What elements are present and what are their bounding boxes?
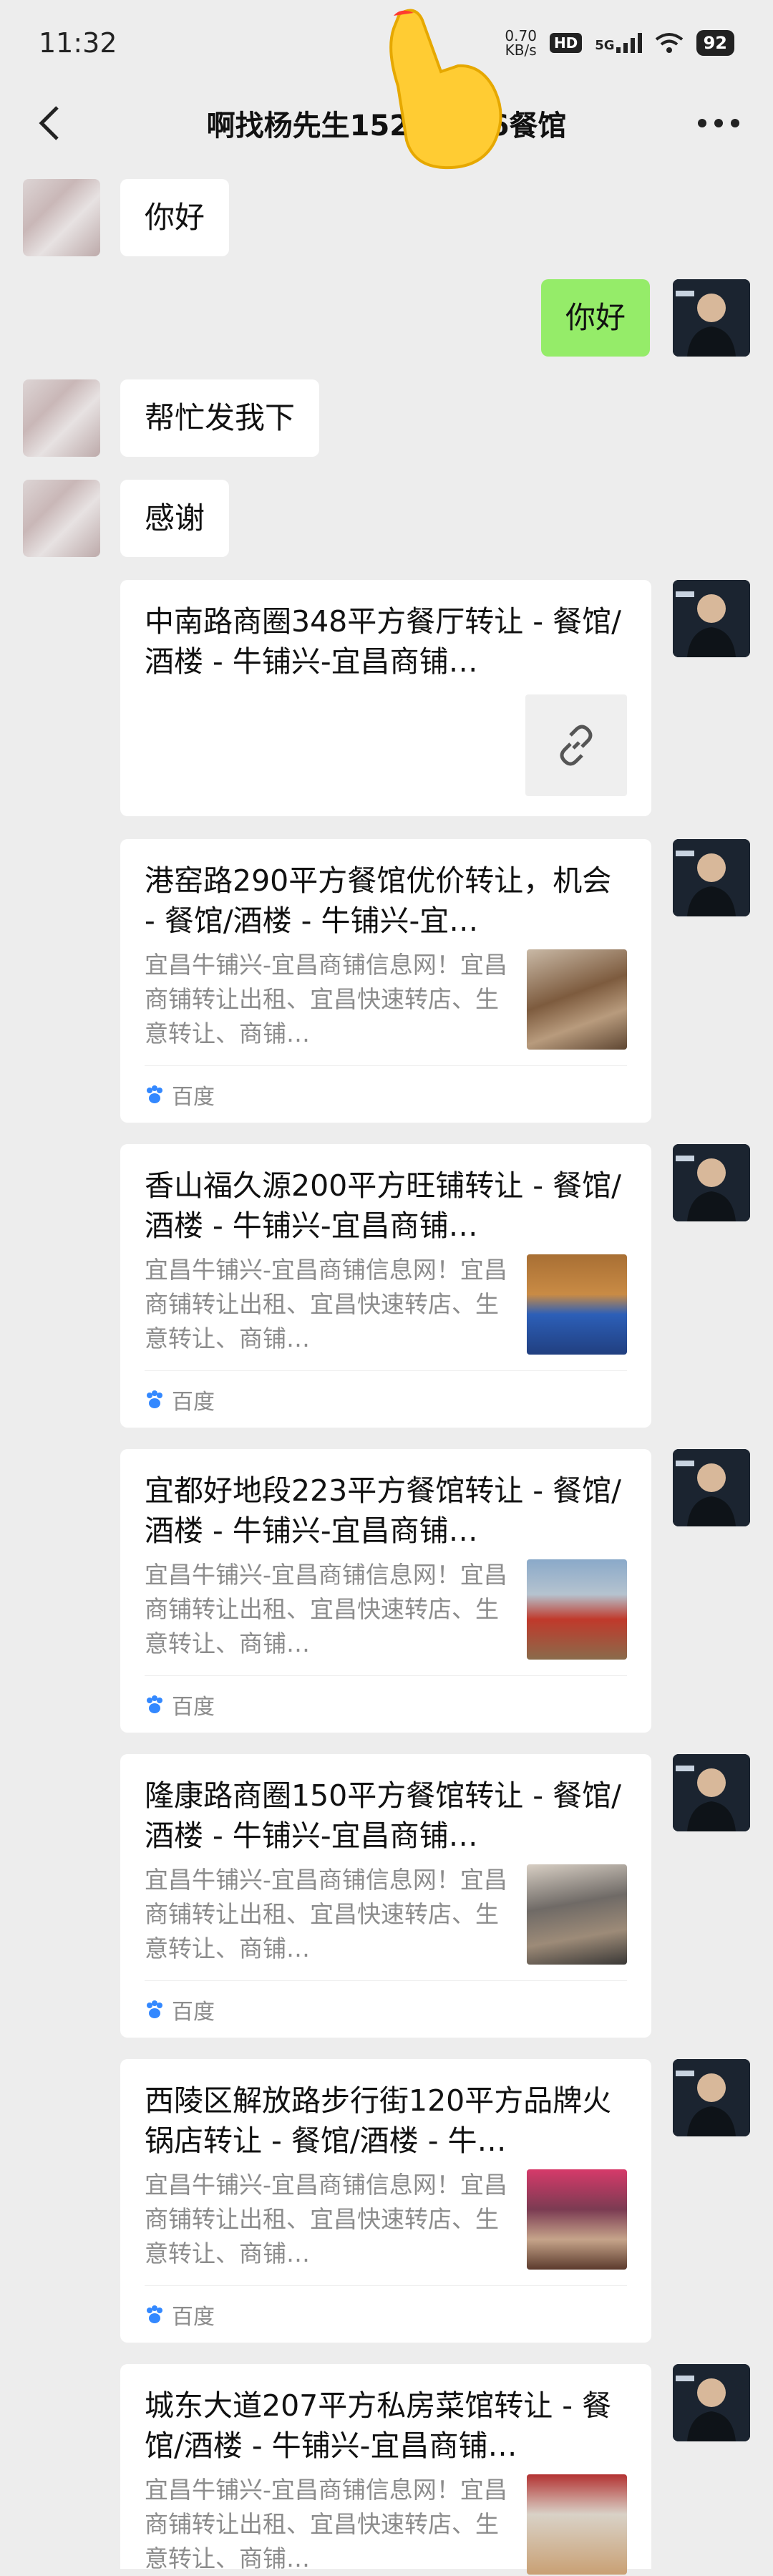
- card-body: 宜昌牛铺兴-宜昌商铺信息网！宜昌商铺转让出租、宜昌快速转店、生意转让、商铺…: [145, 1253, 627, 1356]
- hand-icon: [389, 9, 502, 170]
- card-description: 宜昌牛铺兴-宜昌商铺信息网！宜昌商铺转让出租、宜昌快速转店、生意转让、商铺…: [145, 1561, 507, 1657]
- card-title: 香山福久源200平方旺铺转让 - 餐馆/酒楼 - 牛铺兴-宜昌商铺…: [145, 1168, 621, 1243]
- card-source: 百度: [145, 2285, 627, 2330]
- card-source: 百度: [145, 1065, 627, 1110]
- link-thumbnail: [525, 694, 627, 796]
- my-avatar[interactable]: [673, 2059, 750, 2136]
- card-description: 宜昌牛铺兴-宜昌商铺信息网！宜昌商铺转让出租、宜昌快速转店、生意转让、商铺…: [145, 2171, 507, 2267]
- more-dots-icon: [698, 119, 739, 127]
- card-description: 宜昌牛铺兴-宜昌商铺信息网！宜昌商铺转让出租、宜昌快速转店、生意转让、商铺…: [145, 1866, 507, 1962]
- link-card[interactable]: 隆康路商圈150平方餐馆转让 - 餐馆/酒楼 - 牛铺兴-宜昌商铺… 宜昌牛铺兴…: [120, 1754, 651, 2038]
- card-source: 百度: [145, 1675, 627, 1720]
- my-avatar[interactable]: [673, 1144, 750, 1221]
- status-time: 11:32: [39, 27, 117, 59]
- my-avatar[interactable]: [673, 279, 750, 357]
- source-label: 百度: [172, 1695, 215, 1720]
- card-thumbnail: [527, 2474, 627, 2575]
- link-card[interactable]: 香山福久源200平方旺铺转让 - 餐馆/酒楼 - 牛铺兴-宜昌商铺… 宜昌牛铺兴…: [120, 1144, 651, 1428]
- card-body: 宜昌牛铺兴-宜昌商铺信息网！宜昌商铺转让出租、宜昌快速转店、生意转让、商铺…: [145, 948, 627, 1051]
- card-title: 隆康路商圈150平方餐馆转让 - 餐馆/酒楼 - 牛铺兴-宜昌商铺…: [145, 1778, 621, 1853]
- source-label: 百度: [172, 2000, 215, 2025]
- my-avatar[interactable]: [673, 1449, 750, 1526]
- card-source: 百度: [145, 1370, 627, 1415]
- source-label: 百度: [172, 1085, 215, 1110]
- card-thumbnail: [527, 1559, 627, 1660]
- card-thumbnail: [527, 1864, 627, 1965]
- card-description: 宜昌牛铺兴-宜昌商铺信息网！宜昌商铺转让出租、宜昌快速转店、生意转让、商铺…: [145, 2476, 507, 2572]
- card-thumbnail: [527, 949, 627, 1050]
- contact-avatar[interactable]: [23, 379, 100, 457]
- card-title: 城东大道207平方私房菜馆转让 - 餐馆/酒楼 - 牛铺兴-宜昌商铺…: [145, 2388, 612, 2463]
- link-card[interactable]: 西陵区解放路步行街120平方品牌火锅店转让 - 餐馆/酒楼 - 牛… 宜昌牛铺兴…: [120, 2059, 651, 2343]
- signal-label: 5G: [595, 38, 615, 53]
- more-button[interactable]: [690, 100, 747, 146]
- card-title: 港窑路290平方餐馆优价转让，机会 - 餐馆/酒楼 - 牛铺兴-宜…: [145, 863, 612, 938]
- link-card[interactable]: 中南路商圈348平方餐厅转让 - 餐馆/酒楼 - 牛铺兴-宜昌商铺…: [120, 580, 651, 816]
- baidu-paw-icon: [147, 2305, 162, 2323]
- card-thumbnail: [527, 1254, 627, 1355]
- signal-5g: 5G: [595, 33, 642, 53]
- card-thumbnail: [527, 2169, 627, 2270]
- card-body: 宜昌牛铺兴-宜昌商铺信息网！宜昌商铺转让出租、宜昌快速转店、生意转让、商铺…: [145, 1558, 627, 1661]
- link-card[interactable]: 港窑路290平方餐馆优价转让，机会 - 餐馆/酒楼 - 牛铺兴-宜… 宜昌牛铺兴…: [120, 839, 651, 1123]
- link-icon: [560, 725, 593, 766]
- source-label: 百度: [172, 2305, 215, 2330]
- card-source: 百度: [145, 1980, 627, 2025]
- message-bubble-in[interactable]: 你好: [120, 179, 230, 256]
- link-card[interactable]: 宜都好地段223平方餐馆转让 - 餐馆/酒楼 - 牛铺兴-宜昌商铺… 宜昌牛铺兴…: [120, 1449, 651, 1733]
- my-avatar[interactable]: [673, 839, 750, 916]
- chevron-left-icon: [39, 106, 59, 140]
- card-description: 宜昌牛铺兴-宜昌商铺信息网！宜昌商铺转让出租、宜昌快速转店、生意转让、商铺…: [145, 1256, 507, 1352]
- finger-heart-sticker: [372, 7, 515, 179]
- card-body: 宜昌牛铺兴-宜昌商铺信息网！宜昌商铺转让出租、宜昌快速转店、生意转让、商铺…: [145, 1863, 627, 1966]
- card-description: 宜昌牛铺兴-宜昌商铺信息网！宜昌商铺转让出租、宜昌快速转店、生意转让、商铺…: [145, 951, 507, 1047]
- source-label: 百度: [172, 1390, 215, 1415]
- contact-avatar[interactable]: [23, 179, 100, 256]
- status-icons: 0.70 KB/s HD 5G 92: [505, 29, 734, 57]
- contact-avatar[interactable]: [23, 480, 100, 557]
- link-card[interactable]: 城东大道207平方私房菜馆转让 - 餐馆/酒楼 - 牛铺兴-宜昌商铺… 宜昌牛铺…: [120, 2364, 651, 2575]
- card-body: 宜昌牛铺兴-宜昌商铺信息网！宜昌商铺转让出租、宜昌快速转店、生意转让、商铺…: [145, 2168, 627, 2271]
- baidu-paw-icon: [147, 2000, 162, 2018]
- baidu-paw-icon: [147, 1390, 162, 1408]
- my-avatar[interactable]: [673, 580, 750, 657]
- message-bubble-out[interactable]: 你好: [541, 279, 651, 357]
- message-bubble-in[interactable]: 感谢: [120, 480, 230, 557]
- baidu-paw-icon: [147, 1085, 162, 1103]
- card-title: 中南路商圈348平方餐厅转让 - 餐馆/酒楼 - 牛铺兴-宜昌商铺…: [145, 604, 621, 679]
- card-title: 西陵区解放路步行街120平方品牌火锅店转让 - 餐馆/酒楼 - 牛…: [145, 2083, 612, 2158]
- message-bubble-in[interactable]: 帮忙发我下: [120, 379, 320, 457]
- card-body: 宜昌牛铺兴-宜昌商铺信息网！宜昌商铺转让出租、宜昌快速转店、生意转让、商铺…: [145, 2473, 627, 2576]
- wifi-icon: [655, 33, 683, 53]
- battery-indicator: 92: [696, 30, 734, 56]
- my-avatar[interactable]: [673, 1754, 750, 1831]
- baidu-paw-icon: [147, 1695, 162, 1713]
- card-title: 宜都好地段223平方餐馆转让 - 餐馆/酒楼 - 牛铺兴-宜昌商铺…: [145, 1473, 621, 1548]
- back-button[interactable]: [26, 100, 72, 146]
- hd-badge: HD: [549, 33, 583, 53]
- signal-icon: [616, 33, 642, 53]
- my-avatar[interactable]: [673, 2364, 750, 2441]
